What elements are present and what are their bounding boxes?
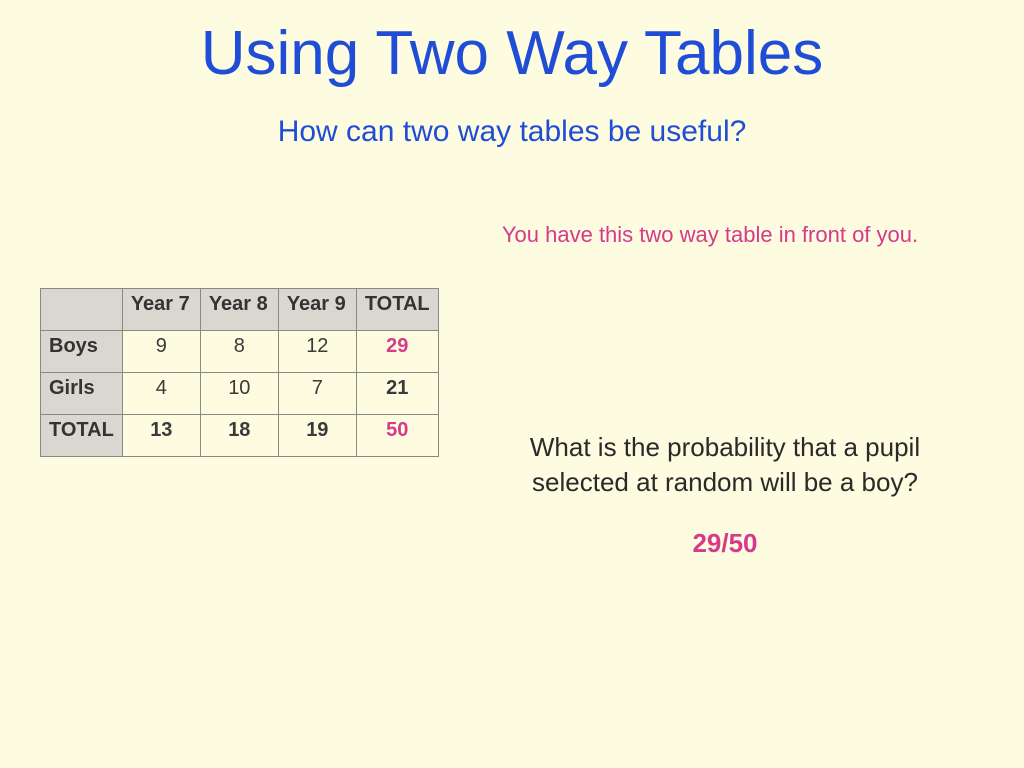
cell-boys-year7: 9 — [122, 331, 200, 373]
two-way-table: Year 7 Year 8 Year 9 TOTAL Boys 9 8 12 2… — [40, 288, 439, 457]
table-row-total: TOTAL 13 18 19 50 — [41, 415, 439, 457]
table-row-boys: Boys 9 8 12 29 — [41, 331, 439, 373]
header-total: TOTAL — [356, 289, 438, 331]
header-blank — [41, 289, 123, 331]
cell-girls-total: 21 — [356, 373, 438, 415]
context-note: You have this two way table in front of … — [430, 222, 990, 248]
cell-boys-year9: 12 — [278, 331, 356, 373]
table-row-girls: Girls 4 10 7 21 — [41, 373, 439, 415]
cell-boys-year8: 8 — [200, 331, 278, 373]
cell-total-year8: 18 — [200, 415, 278, 457]
header-year9: Year 9 — [278, 289, 356, 331]
cell-girls-year7: 4 — [122, 373, 200, 415]
cell-girls-year9: 7 — [278, 373, 356, 415]
row-label-girls: Girls — [41, 373, 123, 415]
cell-grand-total: 50 — [356, 415, 438, 457]
row-label-total: TOTAL — [41, 415, 123, 457]
row-label-boys: Boys — [41, 331, 123, 373]
cell-total-year9: 19 — [278, 415, 356, 457]
header-year7: Year 7 — [122, 289, 200, 331]
cell-boys-total: 29 — [356, 331, 438, 373]
answer-text: 29/50 — [480, 528, 970, 559]
cell-total-year7: 13 — [122, 415, 200, 457]
question-text: What is the probability that a pupil sel… — [480, 430, 970, 500]
slide-subtitle: How can two way tables be useful? — [0, 115, 1024, 149]
slide-title: Using Two Way Tables — [0, 0, 1024, 89]
cell-girls-year8: 10 — [200, 373, 278, 415]
table-header-row: Year 7 Year 8 Year 9 TOTAL — [41, 289, 439, 331]
slide: Using Two Way Tables How can two way tab… — [0, 0, 1024, 768]
header-year8: Year 8 — [200, 289, 278, 331]
